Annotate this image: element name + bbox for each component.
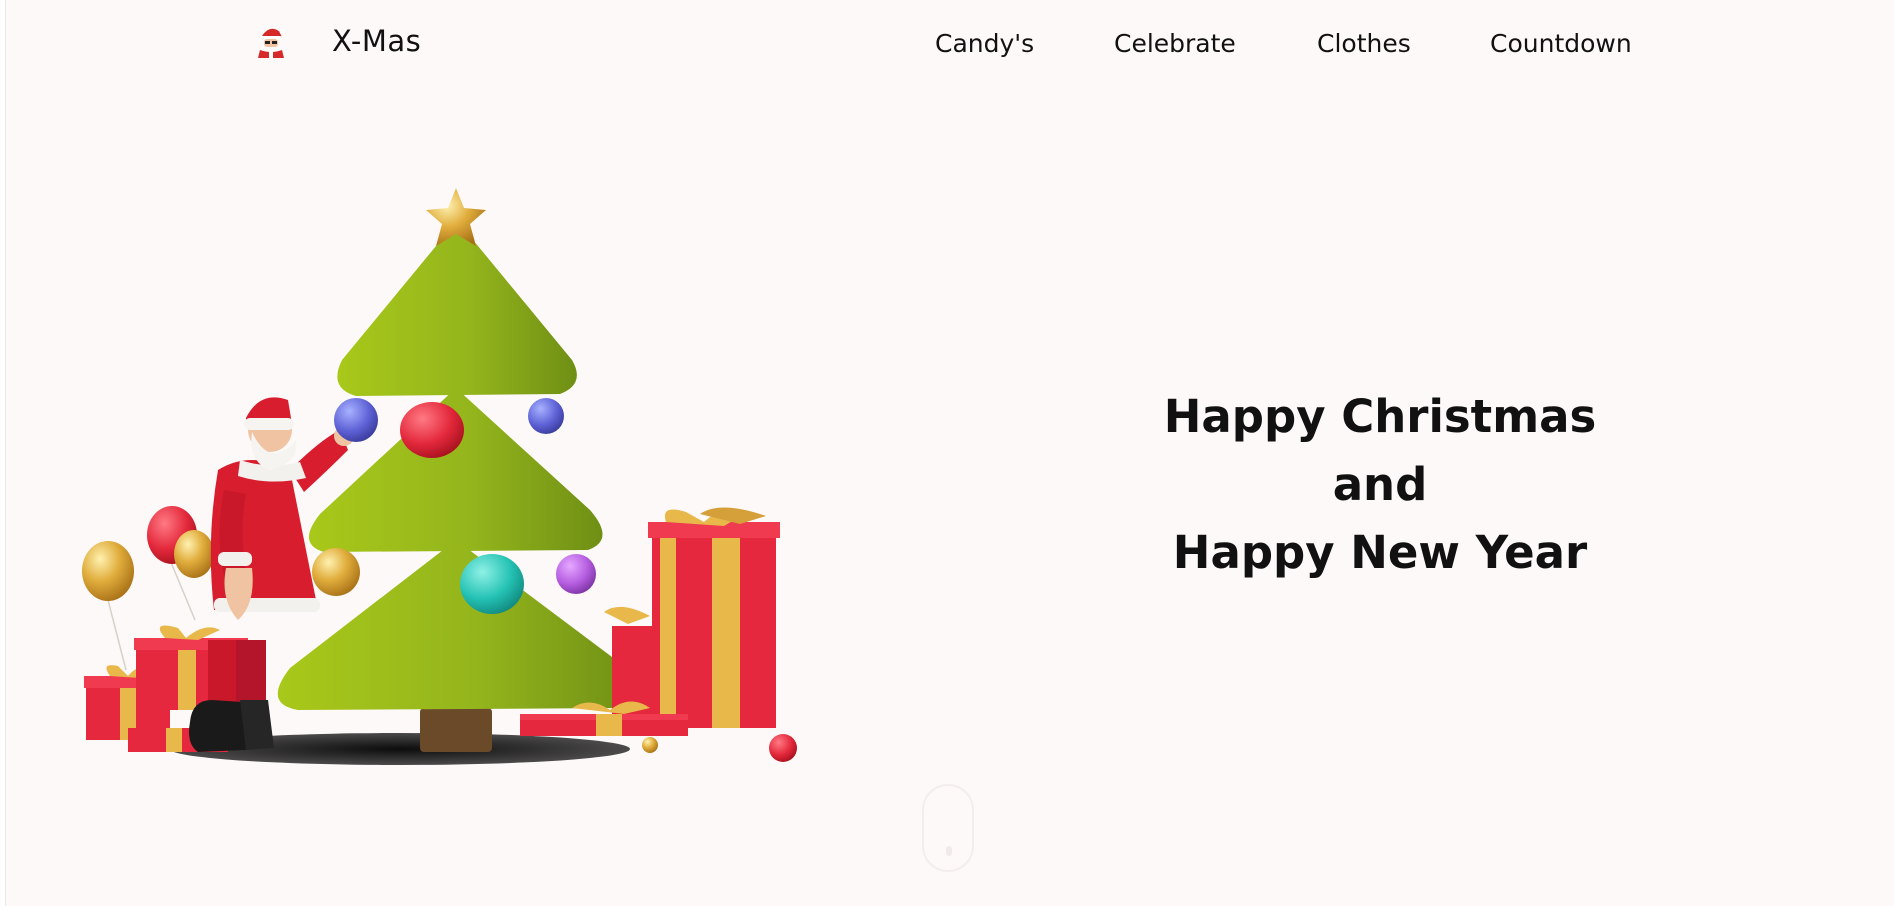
nav-link-countdown[interactable]: Countdown xyxy=(1490,26,1632,62)
site-header: X-Mas Candy's Celebrate Clothes Countdow… xyxy=(0,0,1894,86)
greeting-line-1: Happy Christmas xyxy=(1163,390,1597,443)
scroll-wheel-dot xyxy=(946,846,952,856)
page-left-edge xyxy=(0,0,6,906)
nav-link-candys[interactable]: Candy's xyxy=(935,26,1034,62)
greeting-line-2: and xyxy=(1332,458,1428,511)
greeting-line-3: Happy New Year xyxy=(1172,526,1588,579)
nav-link-clothes[interactable]: Clothes xyxy=(1317,26,1411,62)
santa-decorating-christmas-tree-illustration xyxy=(82,188,797,765)
mouse-scroll-icon[interactable] xyxy=(922,784,974,872)
main-nav: Candy's Celebrate Clothes Countdown xyxy=(0,26,1894,62)
nav-link-celebrate[interactable]: Celebrate xyxy=(1114,26,1236,62)
hero-greeting: Happy Christmas and Happy New Year xyxy=(1140,383,1620,587)
